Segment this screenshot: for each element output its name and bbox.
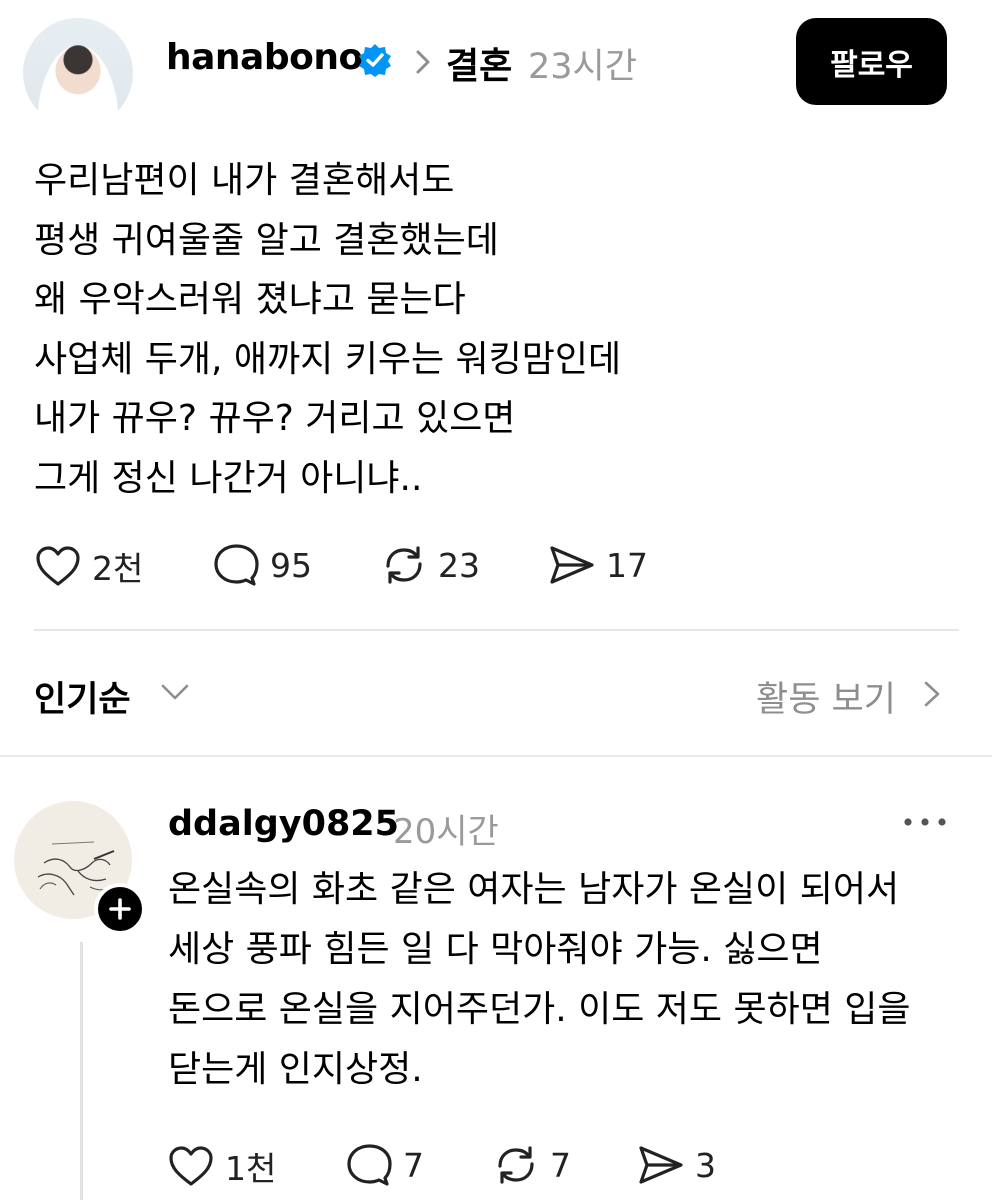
share-button[interactable]: 3: [637, 1142, 716, 1188]
comment-button[interactable]: 7: [345, 1142, 424, 1188]
like-button[interactable]: 1천: [167, 1142, 276, 1190]
heart-icon: [36, 546, 80, 586]
follow-button[interactable]: 팔로우: [796, 18, 947, 105]
section-divider: [0, 755, 992, 757]
verified-badge-icon: [359, 44, 391, 77]
post-timestamp: 23시간: [528, 47, 637, 87]
send-icon: [639, 1146, 683, 1184]
share-count: 3: [695, 1145, 716, 1185]
repost-button[interactable]: 7: [492, 1142, 571, 1188]
repost-count: 7: [550, 1145, 571, 1185]
post-text-line: 그게 정신 나간거 아니냐..: [34, 457, 423, 499]
post-text-line: 우리남편이 내가 결혼해서도: [34, 160, 455, 201]
sort-dropdown-label[interactable]: 인기순: [34, 671, 131, 722]
comment-count: 95: [270, 545, 312, 585]
comment-text-line: 돈으로 온실을 지어주던가. 이도 저도 못하면 입을: [168, 989, 911, 1030]
follow-plus-badge[interactable]: [94, 883, 146, 935]
comment-text-line: 세상 풍파 힘든 일 다 막아줘야 가능. 싫으면: [168, 929, 823, 970]
chevron-down-icon[interactable]: [160, 681, 190, 703]
comment-count: 7: [403, 1145, 424, 1185]
heart-icon: [169, 1146, 213, 1186]
comment-text-line: 온실속의 화초 같은 여자는 남자가 온실이 되어서: [168, 869, 900, 910]
send-icon: [550, 546, 594, 584]
author-username[interactable]: hanabono: [166, 37, 363, 78]
share-button[interactable]: 17: [548, 542, 648, 588]
post-text: 우리남편이 내가 결혼해서도 평생 귀여울줄 알고 결혼했는데 왜 우악스러워 …: [34, 151, 954, 508]
comment-button[interactable]: 95: [212, 542, 312, 588]
view-activity-link[interactable]: 활동 보기: [756, 671, 896, 722]
comment-timestamp: 20시간: [393, 812, 499, 852]
chevron-right-icon[interactable]: [921, 679, 943, 709]
share-count: 17: [606, 545, 648, 585]
like-button[interactable]: 2천: [34, 542, 143, 590]
repost-icon: [498, 1146, 534, 1184]
divider: [34, 629, 959, 631]
post-text-line: 사업체 두개, 애까지 키우는 워킹맘인데: [34, 338, 622, 380]
more-options-icon[interactable]: [902, 815, 948, 829]
like-count: 2천: [92, 549, 144, 588]
repost-count: 23: [438, 545, 480, 585]
comment-bubble-icon: [214, 544, 259, 586]
like-count: 1천: [225, 1149, 277, 1188]
topic-tag[interactable]: 결혼: [446, 37, 512, 89]
commenter-username[interactable]: ddalgy0825: [168, 804, 399, 844]
comment-text-line: 닫는게 인지상정.: [168, 1049, 423, 1090]
thread-connector-line: [80, 942, 83, 1200]
author-avatar[interactable]: [23, 18, 133, 128]
post-text-line: 평생 귀여울줄 알고 결혼했는데: [34, 219, 499, 261]
comment-bubble-icon: [347, 1144, 392, 1186]
repost-button[interactable]: 23: [380, 542, 480, 588]
post-text-line: 왜 우악스러워 졌냐고 묻는다: [34, 279, 466, 320]
chevron-right-icon: [416, 50, 430, 74]
plus-icon: [109, 898, 131, 920]
comment-text: 온실속의 화초 같은 여자는 남자가 온실이 되어서 세상 풍파 힘든 일 다 …: [168, 860, 968, 1100]
repost-icon: [386, 546, 422, 584]
post-text-line: 내가 뀨우? 뀨우? 거리고 있으면: [34, 398, 516, 439]
